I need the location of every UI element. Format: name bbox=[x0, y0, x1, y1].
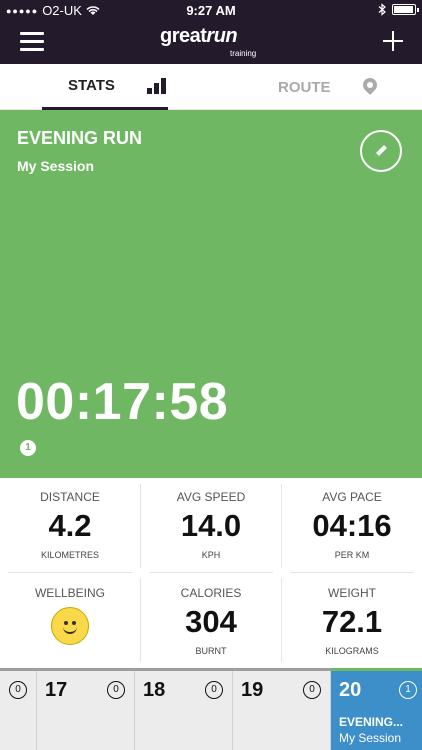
add-icon[interactable] bbox=[382, 30, 404, 52]
stat-avg-speed: AVG SPEED 14.0 KPH bbox=[141, 478, 281, 572]
day-number: 17 bbox=[45, 679, 68, 701]
divider bbox=[149, 572, 273, 573]
divider bbox=[281, 578, 282, 662]
stat-weight-unit: KILOGRAMS bbox=[325, 646, 379, 656]
day-session-count: 0 bbox=[205, 681, 223, 699]
logo-script: run bbox=[206, 25, 238, 47]
battery-icon bbox=[392, 4, 419, 15]
tab-route[interactable]: ROUTE bbox=[276, 64, 386, 110]
tab-stats[interactable]: STATS bbox=[42, 64, 168, 110]
stat-distance-label: DISTANCE bbox=[40, 490, 100, 504]
stat-avg-speed-label: AVG SPEED bbox=[176, 490, 246, 504]
smiley-face-icon[interactable] bbox=[51, 607, 89, 645]
stat-weight: WEIGHT 72.1 KILOGRAMS bbox=[282, 574, 422, 668]
day-tile[interactable]: 0 bbox=[0, 671, 37, 750]
pencil-icon bbox=[375, 145, 387, 157]
session-count-badge: 1 bbox=[20, 440, 36, 456]
divider bbox=[140, 484, 141, 568]
day-number: 20 bbox=[339, 679, 362, 701]
session-duration: 00:17:58 bbox=[16, 373, 229, 431]
divider bbox=[140, 578, 141, 662]
divider bbox=[281, 484, 282, 568]
day-tile[interactable]: 18 0 bbox=[135, 671, 233, 750]
day-number: 18 bbox=[143, 679, 166, 701]
day-number: 19 bbox=[241, 679, 264, 701]
session-hero: EVENING RUN My Session 00:17:58 1 bbox=[0, 110, 422, 478]
day-session-count: 0 bbox=[9, 681, 27, 699]
stat-avg-pace-value: 04:16 bbox=[312, 508, 392, 543]
bar-chart-icon bbox=[146, 77, 166, 94]
tab-stats-label: STATS bbox=[68, 77, 115, 94]
day-tile[interactable]: 19 0 bbox=[233, 671, 331, 750]
day-tile-selected[interactable]: 20 1 EVENING... My Session bbox=[331, 668, 422, 750]
edit-session-button[interactable] bbox=[360, 130, 402, 172]
divider bbox=[8, 572, 132, 573]
stat-weight-label: WEIGHT bbox=[328, 586, 376, 600]
day-selector: 0 17 0 18 0 19 0 20 1 EVENING... My Sess… bbox=[0, 668, 422, 750]
stat-avg-pace-unit: PER KM bbox=[334, 550, 370, 560]
day-session-count: 1 bbox=[399, 681, 417, 699]
stat-avg-speed-value: 14.0 bbox=[180, 508, 242, 543]
session-subtitle: My Session bbox=[17, 158, 95, 174]
stats-grid: DISTANCE 4.2 KILOMETRES AVG SPEED 14.0 K… bbox=[0, 478, 422, 668]
stat-wellbeing-label: WELLBEING bbox=[34, 586, 106, 600]
tab-route-label: ROUTE bbox=[278, 78, 331, 96]
bluetooth-icon bbox=[378, 3, 386, 16]
stat-calories-value: 304 bbox=[185, 604, 237, 639]
stat-avg-pace: AVG PACE 04:16 PER KM bbox=[282, 478, 422, 572]
day-session-title: EVENING... bbox=[339, 715, 404, 729]
day-session-count: 0 bbox=[107, 681, 125, 699]
day-session-subtitle: My Session bbox=[339, 731, 402, 745]
stat-wellbeing: WELLBEING bbox=[0, 574, 140, 668]
tab-bar: STATS ROUTE bbox=[0, 64, 422, 110]
stat-calories-label: CALORIES bbox=[180, 586, 242, 600]
stat-avg-speed-unit: KPH bbox=[201, 550, 221, 560]
day-tile[interactable]: 17 0 bbox=[37, 671, 135, 750]
app-header: greatrun training bbox=[0, 20, 422, 64]
stat-distance: DISTANCE 4.2 KILOMETRES bbox=[0, 478, 140, 572]
clock: 9:27 AM bbox=[186, 3, 236, 18]
stat-weight-value: 72.1 bbox=[321, 604, 383, 639]
great-run-logo: greatrun training bbox=[160, 25, 270, 61]
session-title: EVENING RUN bbox=[17, 128, 143, 148]
status-bar: ●●●●● O2-UK 9:27 AM bbox=[0, 0, 422, 20]
map-pin-icon bbox=[363, 78, 377, 96]
stat-calories: CALORIES 304 BURNT bbox=[141, 574, 281, 668]
logo-main: great bbox=[160, 25, 207, 47]
divider bbox=[290, 572, 414, 573]
stat-avg-pace-label: AVG PACE bbox=[322, 490, 382, 504]
stat-distance-value: 4.2 bbox=[48, 508, 92, 543]
menu-icon[interactable] bbox=[20, 32, 44, 52]
day-session-count: 0 bbox=[303, 681, 321, 699]
stat-calories-unit: BURNT bbox=[195, 646, 227, 656]
stat-distance-unit: KILOMETRES bbox=[40, 550, 99, 560]
logo-sub: training bbox=[230, 49, 257, 58]
